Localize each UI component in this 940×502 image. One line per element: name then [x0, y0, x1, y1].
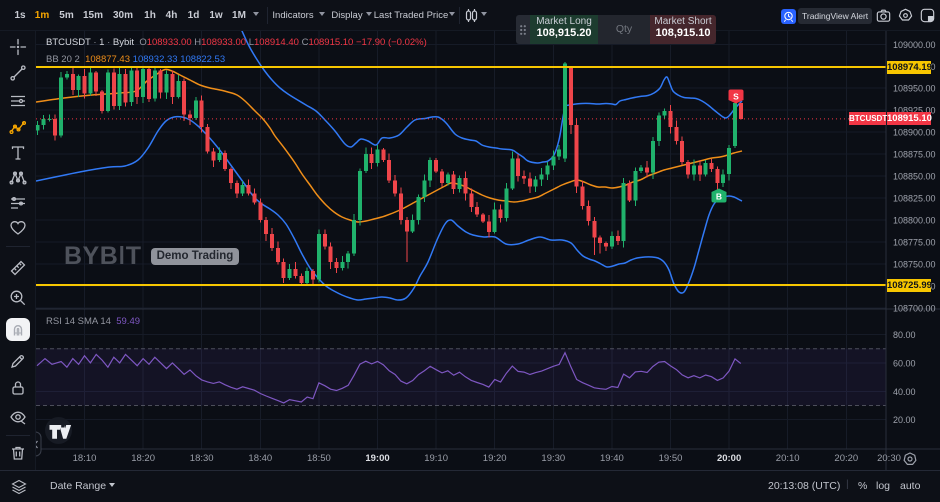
svg-text:20.00: 20.00 — [893, 415, 916, 425]
svg-text:19:40: 19:40 — [600, 453, 624, 464]
svg-text:B: B — [716, 192, 722, 202]
svg-text:108875.00: 108875.00 — [893, 150, 936, 160]
svg-text:20:30: 20:30 — [877, 453, 901, 464]
svg-text:108800.00: 108800.00 — [893, 216, 936, 226]
svg-text:108700.00: 108700.00 — [893, 303, 936, 313]
svg-text:108850.00: 108850.00 — [893, 172, 936, 182]
svg-text:18:30: 18:30 — [190, 453, 214, 464]
svg-text:108825.00: 108825.00 — [893, 194, 936, 204]
svg-text:108750.00: 108750.00 — [893, 259, 936, 269]
svg-text:20:20: 20:20 — [834, 453, 858, 464]
svg-text:18:40: 18:40 — [248, 453, 272, 464]
svg-text:109000.00: 109000.00 — [893, 40, 936, 50]
svg-text:40.00: 40.00 — [893, 387, 916, 397]
svg-text:18:10: 18:10 — [73, 453, 97, 464]
svg-text:108775.00: 108775.00 — [893, 237, 936, 247]
svg-text:18:20: 18:20 — [131, 453, 155, 464]
svg-text:108950.00: 108950.00 — [893, 84, 936, 94]
svg-text:19:00: 19:00 — [365, 453, 389, 464]
svg-text:S: S — [733, 92, 739, 102]
svg-text:19:50: 19:50 — [659, 453, 683, 464]
svg-text:80.00: 80.00 — [893, 330, 916, 340]
svg-text:20:00: 20:00 — [717, 453, 741, 464]
svg-text:19:30: 19:30 — [541, 453, 565, 464]
svg-text:19:10: 19:10 — [424, 453, 448, 464]
svg-text:108900.00: 108900.00 — [893, 128, 936, 138]
svg-text:20:10: 20:10 — [776, 453, 800, 464]
svg-text:60.00: 60.00 — [893, 358, 916, 368]
svg-text:19:20: 19:20 — [483, 453, 507, 464]
svg-text:18:50: 18:50 — [307, 453, 331, 464]
